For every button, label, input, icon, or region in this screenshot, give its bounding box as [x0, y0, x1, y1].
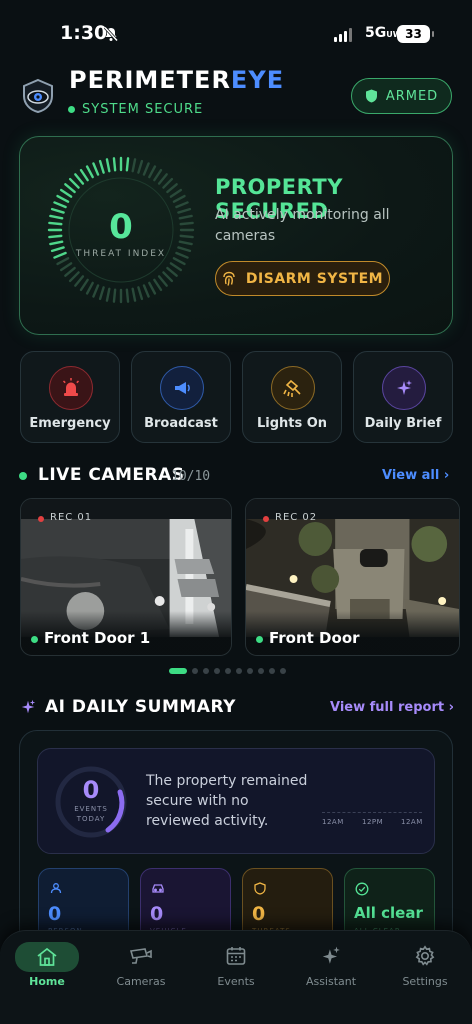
floodlight-icon	[271, 366, 315, 410]
calendar-icon	[216, 942, 256, 970]
events-count: 0	[82, 776, 100, 804]
armed-label: ARMED	[385, 88, 439, 104]
threat-index-label: THREAT INDEX	[75, 249, 167, 259]
recording-dot	[38, 516, 44, 522]
tab-assistant[interactable]: Assistant	[291, 940, 371, 996]
timeline-label-start: 12AM	[322, 818, 344, 826]
tab-home[interactable]: Home	[7, 940, 87, 996]
siren-icon	[49, 366, 93, 410]
tab-label: Cameras	[116, 975, 166, 988]
system-status: SYSTEM SECURE	[82, 102, 204, 117]
camera-count: 10/10	[171, 469, 211, 484]
shield-icon	[365, 89, 377, 103]
online-dot	[256, 636, 263, 643]
disarm-system-button[interactable]: DISARM SYSTEM	[215, 261, 390, 296]
daily-brief-button[interactable]: Daily Brief	[353, 351, 453, 443]
camera-name: Front Door 1	[44, 629, 151, 647]
fingerprint-icon	[223, 271, 235, 286]
vehicle-count: 0	[150, 903, 164, 925]
tab-settings[interactable]: Settings	[385, 940, 465, 996]
emergency-label: Emergency	[29, 416, 111, 431]
lights-on-label: Lights On	[256, 416, 328, 431]
pager-dot[interactable]	[258, 668, 264, 674]
tab-cameras[interactable]: Cameras	[101, 940, 181, 996]
pager-dot[interactable]	[236, 668, 242, 674]
disarm-label: DISARM SYSTEM	[245, 270, 384, 287]
view-all-cameras-link[interactable]: View all ›	[382, 468, 449, 483]
signal-icon	[334, 27, 352, 42]
status-bar: 1:30 5GUW 33	[0, 0, 472, 66]
pager-dot[interactable]	[247, 668, 253, 674]
person-icon	[50, 883, 62, 894]
person-count: 0	[48, 903, 62, 925]
pager-dot[interactable]	[214, 668, 220, 674]
pager-dot[interactable]	[203, 668, 209, 674]
tab-label: Settings	[402, 975, 448, 988]
security-description: AI actively monitoring all cameras	[215, 207, 390, 244]
live-indicator-dot	[19, 472, 27, 480]
ai-summary-title: AI DAILY SUMMARY	[45, 697, 236, 717]
sparkles-icon	[21, 699, 36, 714]
broadcast-label: Broadcast	[144, 416, 218, 431]
status-time: 1:30	[60, 22, 108, 44]
threats-count: 0	[252, 903, 266, 925]
camera-card-1[interactable]: REC 01 Front Door 1	[20, 498, 232, 656]
pager-dot[interactable]	[225, 668, 231, 674]
camera-card-2[interactable]: REC 02 Front Door	[245, 498, 460, 656]
check-circle-icon	[355, 882, 369, 896]
online-dot	[31, 636, 38, 643]
view-full-report-link[interactable]: View full report ›	[330, 700, 454, 715]
silent-bell-icon	[103, 26, 119, 42]
camera-name: Front Door	[269, 629, 360, 647]
camera-rec-label: REC 02	[275, 512, 318, 523]
daily-brief-label: Daily Brief	[364, 416, 442, 431]
pager-dot[interactable]	[280, 668, 286, 674]
broadcast-button[interactable]: Broadcast	[131, 351, 231, 443]
shield-eye-logo-icon	[23, 78, 53, 114]
gear-icon	[405, 942, 445, 970]
pager-dot[interactable]	[192, 668, 198, 674]
threat-index-value: 0	[109, 207, 133, 247]
megaphone-icon	[160, 366, 204, 410]
all-clear-value: All clear	[354, 904, 423, 922]
emergency-button[interactable]: Emergency	[20, 351, 120, 443]
recording-dot	[263, 516, 269, 522]
car-icon	[152, 884, 164, 893]
shield-icon	[254, 882, 266, 895]
armed-status-button[interactable]: ARMED	[351, 78, 452, 114]
camera-pager[interactable]	[169, 668, 286, 674]
lights-on-button[interactable]: Lights On	[242, 351, 342, 443]
sparkles-icon	[311, 942, 351, 970]
events-label: EVENTS TODAY	[74, 805, 108, 823]
pager-dot[interactable]	[269, 668, 275, 674]
home-icon	[15, 942, 79, 972]
tab-label: Assistant	[305, 975, 357, 988]
brand-title: PERIMETEREYE	[69, 66, 285, 94]
camera-rec-label: REC 01	[50, 512, 93, 523]
sparkles-icon	[382, 366, 426, 410]
tab-events[interactable]: Events	[196, 940, 276, 996]
timeline-label-end: 12AM	[401, 818, 423, 826]
live-cameras-title: LIVE CAMERAS	[38, 465, 185, 485]
camera-icon	[121, 942, 161, 970]
battery-indicator: 33	[397, 25, 434, 43]
summary-text: The property remained secure with no rev…	[146, 773, 308, 829]
tab-label: Events	[217, 975, 255, 988]
activity-timeline	[322, 812, 422, 813]
tab-label: Home	[29, 975, 65, 988]
timeline-label-mid: 12PM	[362, 818, 384, 826]
status-dot	[68, 106, 75, 113]
pager-dot[interactable]	[169, 668, 187, 674]
security-status-card: 0 THREAT INDEX PROPERTY SECURED AI activ…	[19, 136, 453, 335]
